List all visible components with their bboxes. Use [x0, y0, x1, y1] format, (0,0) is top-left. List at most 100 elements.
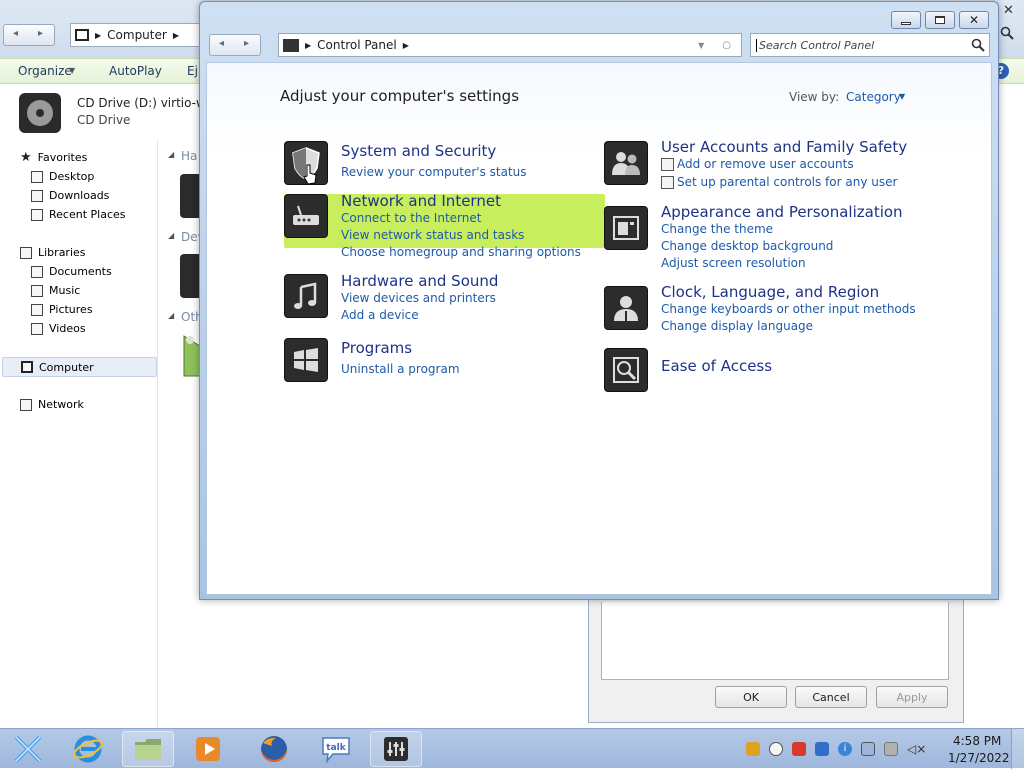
category-clock-language[interactable]: Clock, Language, and Region [661, 283, 879, 301]
start-icon[interactable] [2, 731, 54, 767]
users-icon[interactable] [604, 141, 648, 185]
cp-address-bar[interactable]: ▶ Control Panel ▶ ▼ ○ [278, 33, 742, 57]
search-icon[interactable] [971, 38, 985, 52]
eject-button[interactable]: Ej [187, 64, 198, 78]
monitor-icon[interactable] [604, 206, 648, 250]
minimize-button[interactable] [891, 11, 921, 29]
tray-info-icon[interactable]: i [838, 742, 852, 756]
category-user-accounts[interactable]: User Accounts and Family Safety [661, 138, 907, 156]
nav-item-pictures[interactable]: Pictures [31, 300, 93, 319]
control-panel-icon[interactable] [370, 731, 422, 767]
cp-back-forward-buttons[interactable]: ◂ ▸ [209, 34, 261, 56]
nav-favorites[interactable]: ★ Favorites [20, 148, 87, 167]
link-add-device[interactable]: Add a device [341, 307, 419, 324]
router-icon[interactable] [284, 194, 328, 238]
back-arrow-icon[interactable]: ◂ [13, 28, 18, 39]
tray-network-disconnected-icon[interactable] [884, 742, 898, 756]
media-player-icon[interactable] [182, 731, 234, 767]
view-by-label: View by: [789, 90, 840, 104]
view-by-dropdown[interactable]: Category [846, 90, 901, 104]
system-tray: i ◁× [746, 742, 926, 756]
category-hardware-sound[interactable]: Hardware and Sound [341, 272, 498, 290]
back-forward-buttons[interactable]: ◂ ▸ [3, 24, 55, 46]
address-dropdown-icon[interactable]: ▼ [698, 41, 704, 50]
link-homegroup-sharing[interactable]: Choose homegroup and sharing options [341, 244, 581, 261]
tray-volume-muted-icon[interactable]: ◁× [907, 742, 926, 756]
nav-computer-selected[interactable]: Computer [2, 357, 157, 377]
collapse-arrow-icon[interactable]: ◢ [168, 150, 174, 159]
nav-item-music[interactable]: Music [31, 281, 80, 300]
category-system-security[interactable]: System and Security [341, 142, 496, 160]
category-ease-of-access[interactable]: Ease of Access [661, 357, 772, 375]
show-desktop-button[interactable] [1011, 729, 1024, 769]
link-change-keyboards[interactable]: Change keyboards or other input methods [661, 301, 916, 318]
link-connect-internet[interactable]: Connect to the Internet [341, 210, 481, 227]
apply-button[interactable]: Apply [876, 686, 948, 708]
drive-name: CD Drive (D:) virtio-win [77, 96, 217, 110]
nav-item-label: Documents [49, 265, 112, 278]
tray-shield-icon[interactable] [792, 742, 806, 756]
documents-icon [31, 265, 43, 278]
clock-time[interactable]: 4:58 PM [953, 734, 1001, 748]
explorer-address-bar[interactable]: ▶ Computer ▶ [70, 23, 200, 47]
link-devices-printers[interactable]: View devices and printers [341, 290, 496, 307]
back-arrow-icon[interactable]: ◂ [219, 38, 224, 49]
windows-logo-icon[interactable] [284, 338, 328, 382]
music-note-icon[interactable] [284, 274, 328, 318]
dropdown-arrow-icon[interactable]: ▼ [899, 92, 905, 101]
close-icon[interactable]: ✕ [1003, 3, 1014, 18]
organize-button[interactable]: Organize [18, 64, 72, 78]
link-display-language[interactable]: Change display language [661, 318, 813, 335]
nav-libraries[interactable]: Libraries [20, 243, 86, 262]
drive-type: CD Drive [77, 113, 131, 127]
explorer-breadcrumb[interactable]: Computer [107, 28, 167, 42]
internet-explorer-icon[interactable] [62, 731, 114, 767]
desktop-icon [31, 170, 43, 183]
downloads-icon [31, 189, 43, 202]
clock-date[interactable]: 1/27/2022 [948, 751, 1010, 765]
link-add-remove-accounts[interactable]: Add or remove user accounts [677, 156, 854, 173]
collapse-arrow-icon[interactable]: ◢ [168, 311, 174, 320]
category-appearance[interactable]: Appearance and Personalization [661, 203, 903, 221]
search-icon[interactable] [1000, 26, 1014, 40]
nav-network[interactable]: Network [20, 395, 84, 414]
autoplay-button[interactable]: AutoPlay [109, 64, 162, 78]
ok-button[interactable]: OK [715, 686, 787, 708]
magnifier-icon[interactable] [604, 348, 648, 392]
link-screen-resolution[interactable]: Adjust screen resolution [661, 255, 806, 272]
category-programs[interactable]: Programs [341, 339, 412, 357]
google-talk-icon[interactable]: talk [310, 731, 362, 767]
link-network-status[interactable]: View network status and tasks [341, 227, 524, 244]
nav-item-downloads[interactable]: Downloads [31, 186, 109, 205]
pictures-icon [31, 303, 43, 316]
nav-item-videos[interactable]: Videos [31, 319, 86, 338]
link-parental-controls[interactable]: Set up parental controls for any user [677, 174, 897, 191]
shield-small-icon [661, 176, 678, 190]
file-explorer-icon[interactable] [122, 731, 174, 767]
text-cursor [756, 38, 757, 52]
cp-breadcrumb[interactable]: Control Panel [317, 38, 397, 52]
collapse-arrow-icon[interactable]: ◢ [168, 231, 174, 240]
link-change-theme[interactable]: Change the theme [661, 221, 773, 238]
tray-users-icon[interactable] [746, 742, 760, 756]
link-review-status[interactable]: Review your computer's status [341, 164, 527, 181]
tray-display-icon[interactable] [861, 742, 875, 756]
maximize-button[interactable] [925, 11, 955, 29]
firefox-icon[interactable] [248, 731, 300, 767]
shield-small-icon [661, 158, 678, 172]
link-desktop-background[interactable]: Change desktop background [661, 238, 833, 255]
person-icon[interactable] [604, 286, 648, 330]
cancel-button[interactable]: Cancel [795, 686, 867, 708]
forward-arrow-icon[interactable]: ▸ [38, 28, 43, 39]
category-network-internet[interactable]: Network and Internet [341, 192, 501, 210]
nav-item-recent-places[interactable]: Recent Places [31, 205, 126, 224]
close-button[interactable]: ✕ [959, 11, 989, 29]
nav-item-documents[interactable]: Documents [31, 262, 112, 281]
refresh-icon[interactable]: ○ [722, 40, 731, 51]
forward-arrow-icon[interactable]: ▸ [244, 38, 249, 49]
tray-chat-icon[interactable] [769, 742, 783, 756]
tray-network-icon[interactable] [815, 742, 829, 756]
cp-search-box[interactable]: Search Control Panel [750, 33, 990, 57]
nav-item-desktop[interactable]: Desktop [31, 167, 94, 186]
link-uninstall-program[interactable]: Uninstall a program [341, 361, 460, 378]
